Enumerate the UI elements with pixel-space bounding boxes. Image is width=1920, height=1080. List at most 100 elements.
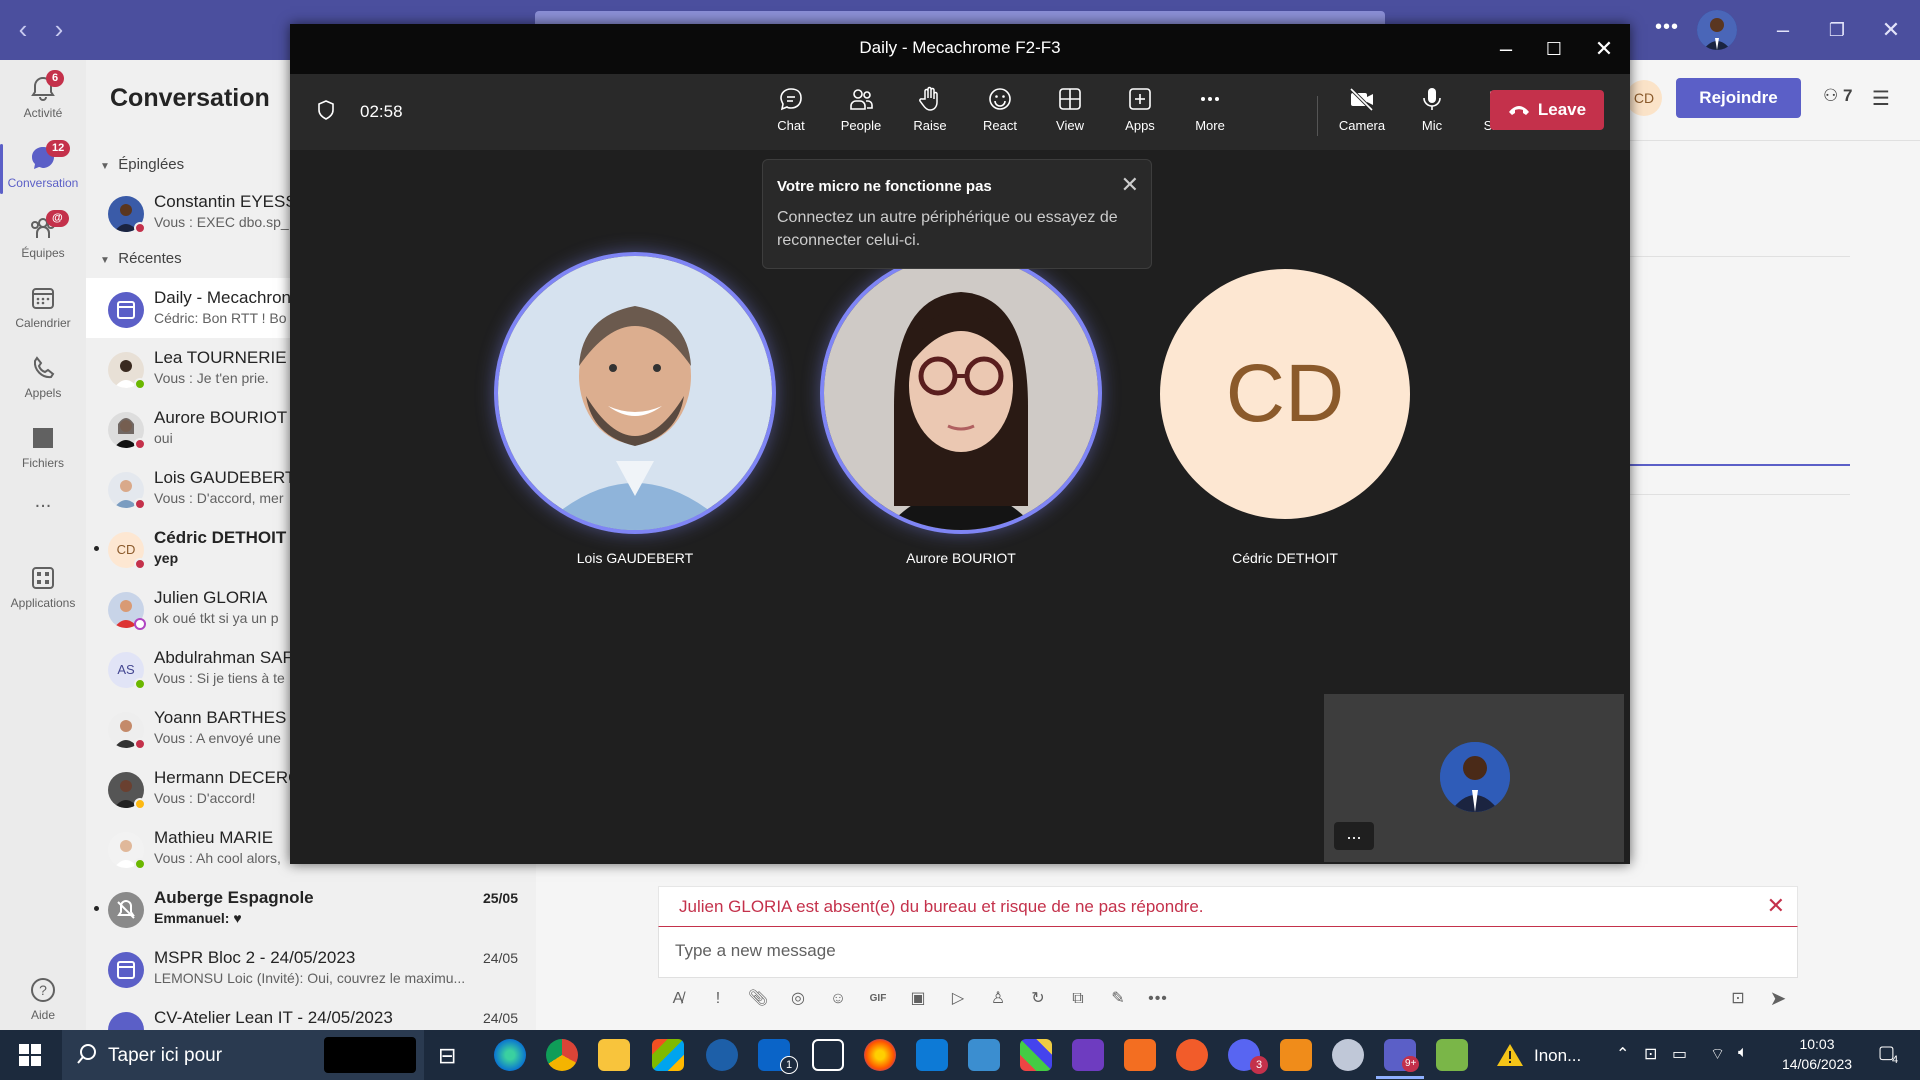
word-app-icon[interactable]	[706, 1039, 738, 1071]
cube-app-icon[interactable]	[812, 1039, 844, 1071]
close-icon[interactable]: ✕	[1586, 32, 1622, 66]
more-options-icon[interactable]: •••	[1144, 985, 1172, 1013]
react-button[interactable]: React	[970, 84, 1030, 144]
rail-more[interactable]: ...	[0, 490, 86, 560]
meet-now-icon[interactable]: ⊡	[1724, 985, 1752, 1013]
chrome-icon[interactable]	[546, 1039, 578, 1071]
loop-refresh-icon[interactable]: ↻	[1024, 985, 1052, 1013]
people-tool-button[interactable]: People	[831, 84, 891, 144]
store-icon[interactable]	[652, 1039, 684, 1071]
compose-placeholder: Type a new message	[675, 941, 836, 960]
file-explorer-icon[interactable]	[598, 1039, 630, 1071]
task-view-icon[interactable]: ⊟	[438, 1043, 456, 1069]
chat-row[interactable]: Auberge Espagnole Emmanuel: ♥ 25/05	[86, 878, 536, 938]
postman-icon[interactable]	[1176, 1039, 1208, 1071]
rail-teams[interactable]: @ Équipes	[0, 204, 86, 274]
chat-tool-button[interactable]: Chat	[761, 84, 821, 144]
windows-start-icon[interactable]	[18, 1043, 42, 1067]
minimize-icon[interactable]: –	[1768, 15, 1798, 45]
participants-button[interactable]: ⚇ 7	[1823, 86, 1852, 106]
calendar-icon	[27, 282, 59, 314]
raise-hand-button[interactable]: Raise	[900, 84, 960, 144]
rail-help[interactable]: ? Aide	[0, 966, 86, 1036]
unread-dot	[94, 906, 99, 911]
chat-name: Auberge Espagnole	[154, 888, 314, 907]
rail-calls[interactable]: Appels	[0, 344, 86, 414]
maximize-icon[interactable]: ☐	[1536, 32, 1572, 66]
clock-time[interactable]: 10:03	[1772, 1036, 1862, 1052]
leave-button[interactable]: Leave	[1490, 90, 1604, 130]
copy-icon[interactable]: ⧉	[1064, 985, 1092, 1013]
sticker-icon[interactable]: ▣	[904, 985, 932, 1013]
rail-label: Applications	[10, 596, 76, 610]
chat-row[interactable]: CV-Atelier Lean IT - 24/05/2023 24/05	[86, 998, 536, 1030]
divider	[1630, 256, 1850, 257]
minimize-icon[interactable]: –	[1488, 32, 1524, 66]
loop-icon[interactable]: ◎	[784, 985, 812, 1013]
rail-activity[interactable]: 6 Activité	[0, 64, 86, 134]
profile-avatar[interactable]	[1697, 10, 1737, 50]
attach-icon[interactable]: 📎︎	[744, 985, 772, 1013]
header-avatar[interactable]: CD	[1626, 80, 1662, 116]
wifi-icon[interactable]: ⌔	[1710, 1044, 1725, 1064]
emoji-icon[interactable]: ☺	[824, 985, 852, 1013]
format-icon[interactable]: A̸	[664, 985, 692, 1013]
participant-video-lois[interactable]	[494, 252, 776, 534]
restore-icon[interactable]: ❐	[1822, 15, 1852, 45]
compose-box[interactable]: Type a new message	[658, 926, 1798, 978]
schedule-meeting-icon[interactable]: ▷	[944, 985, 972, 1013]
participant-video-aurore[interactable]	[820, 252, 1102, 534]
app-icon[interactable]	[1436, 1039, 1468, 1071]
gif-icon[interactable]: GIF	[864, 985, 892, 1013]
shield-icon[interactable]	[314, 98, 338, 122]
firefox-icon[interactable]	[864, 1039, 896, 1071]
view-button[interactable]: View	[1040, 84, 1100, 144]
camera-button[interactable]: Camera	[1332, 84, 1392, 144]
mic-button[interactable]: Mic	[1402, 84, 1462, 144]
taskbar-item-label[interactable]: Inon...	[1534, 1046, 1581, 1066]
send-icon[interactable]: ➤	[1764, 985, 1792, 1013]
self-video-preview[interactable]: ...	[1324, 694, 1624, 862]
close-popup-icon[interactable]: ✕	[1121, 172, 1139, 198]
rail-conversation[interactable]: 12 Conversation	[0, 134, 86, 204]
volume-icon[interactable]: 🔈︎	[1738, 1044, 1748, 1062]
more-button[interactable]: More	[1180, 84, 1240, 144]
rail-applications[interactable]: Applications	[0, 554, 86, 624]
taskbar-search[interactable]: Taper ici pour	[62, 1030, 424, 1080]
chevron-up-icon[interactable]: ⌃	[1616, 1044, 1629, 1064]
xampp-icon[interactable]	[1124, 1039, 1156, 1071]
settings-more-icon[interactable]: •••	[1655, 16, 1679, 39]
recent-section-header[interactable]: ▼ Récentes	[100, 250, 182, 267]
list-menu-icon[interactable]: ☰	[1872, 86, 1890, 111]
warning-icon[interactable]	[1496, 1042, 1524, 1068]
pinned-section-header[interactable]: ▼ Épinglées	[100, 156, 184, 173]
close-icon[interactable]: ✕	[1876, 15, 1906, 45]
rail-calendar[interactable]: Calendrier	[0, 274, 86, 344]
git-app-icon[interactable]	[1020, 1039, 1052, 1071]
rail-files[interactable]: Fichiers	[0, 414, 86, 484]
apps-button[interactable]: Apps	[1110, 84, 1170, 144]
chat-preview: Vous : Ah cool alors,	[154, 850, 281, 866]
self-more-icon[interactable]: ...	[1334, 822, 1374, 850]
participant-avatar-cedric[interactable]: CD	[1160, 269, 1410, 519]
edge-icon[interactable]	[494, 1039, 526, 1071]
join-button[interactable]: Rejoindre	[1676, 78, 1801, 118]
vscode-icon[interactable]	[916, 1039, 948, 1071]
visual-studio-icon[interactable]	[1072, 1039, 1104, 1071]
priority-icon[interactable]: !	[704, 985, 732, 1013]
search-text: Taper ici pour	[108, 1045, 223, 1066]
battery-icon[interactable]: ▭	[1672, 1044, 1687, 1064]
forward-arrow-icon[interactable]: ›	[44, 14, 74, 44]
praise-icon[interactable]: ♙	[984, 985, 1012, 1013]
clock-date[interactable]: 14/06/2023	[1772, 1056, 1862, 1072]
windows-taskbar: Taper ici pour ⊟ 1 3 9+ Inon... ⌃ ⊡ ▭ ⌔ …	[0, 1030, 1920, 1080]
back-arrow-icon[interactable]: ‹	[8, 14, 38, 44]
chat-list-title[interactable]: Conversation	[110, 84, 270, 113]
app-icon[interactable]	[1280, 1039, 1312, 1071]
forms-icon[interactable]: ✎	[1104, 985, 1132, 1013]
close-banner-icon[interactable]: ✕	[1767, 893, 1785, 919]
tray-app-icon[interactable]: ⊡	[1644, 1044, 1657, 1064]
virtualbox-icon[interactable]	[968, 1039, 1000, 1071]
app-icon[interactable]	[1332, 1039, 1364, 1071]
chat-row[interactable]: MSPR Bloc 2 - 24/05/2023 LEMONSU Loic (I…	[86, 938, 536, 998]
